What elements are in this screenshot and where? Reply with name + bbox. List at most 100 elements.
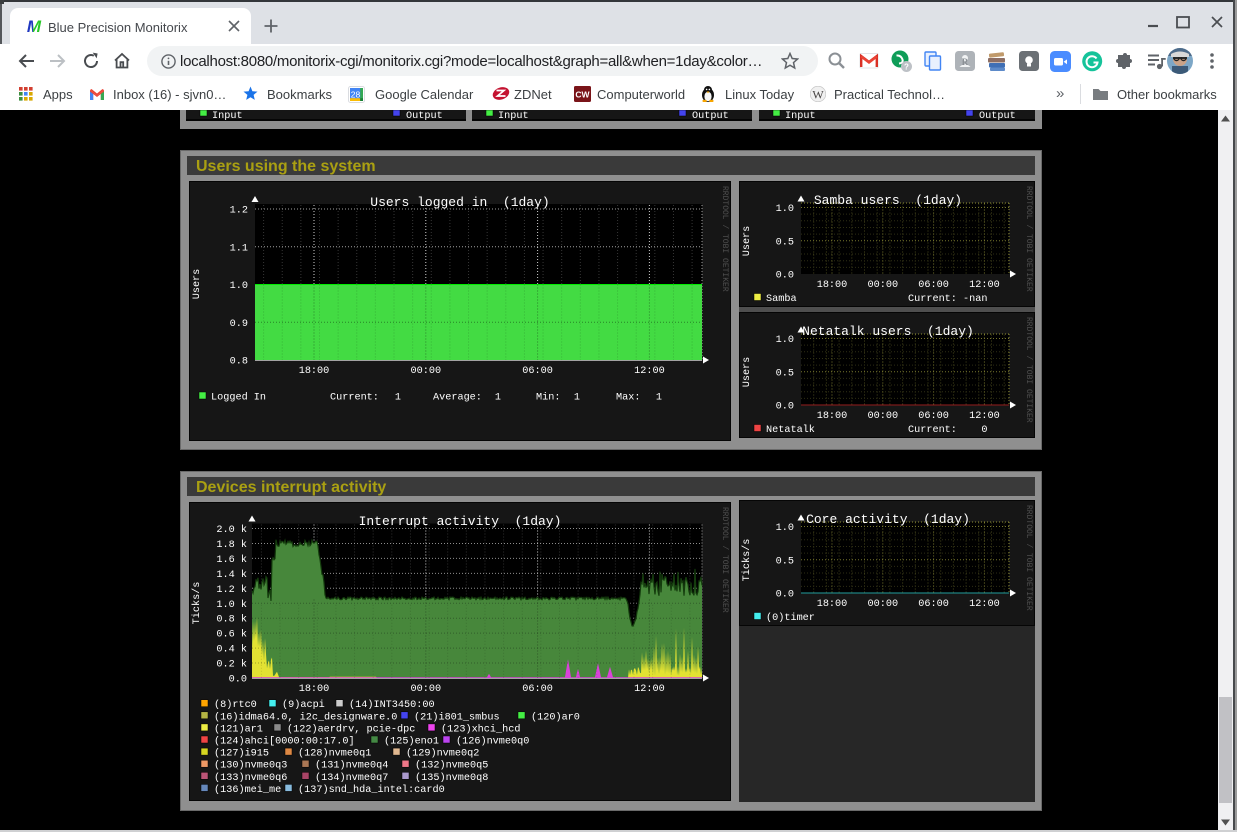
svg-text:1.0: 1.0 bbox=[776, 204, 794, 215]
svg-text:W: W bbox=[812, 88, 824, 102]
svg-text:(21)i801_smbus: (21)i801_smbus bbox=[414, 711, 500, 723]
svg-text:(136)mei_me: (136)mei_me bbox=[214, 784, 281, 796]
svg-text:18:00: 18:00 bbox=[299, 366, 330, 377]
svg-text:(121)ar1: (121)ar1 bbox=[214, 723, 263, 735]
svg-text:(127)i915: (127)i915 bbox=[214, 748, 269, 760]
svg-text:(126)nvme0q0: (126)nvme0q0 bbox=[456, 736, 529, 748]
svg-text:1.0: 1.0 bbox=[230, 281, 248, 292]
svg-text:0.4 k: 0.4 k bbox=[216, 644, 247, 656]
svg-text:12:00: 12:00 bbox=[969, 599, 1000, 610]
svg-text:00:00: 00:00 bbox=[411, 684, 442, 695]
svg-text:Users logged in (1day): Users logged in (1day) bbox=[370, 195, 549, 210]
svg-text:12:00: 12:00 bbox=[969, 280, 1000, 291]
svg-text:(8)rtc0: (8)rtc0 bbox=[214, 699, 257, 711]
svg-text:Input: Input bbox=[212, 111, 243, 121]
svg-text:Samba: Samba bbox=[766, 293, 797, 305]
svg-text:06:00: 06:00 bbox=[918, 411, 949, 422]
svg-text:(9)acpi: (9)acpi bbox=[282, 699, 325, 711]
svg-text:06:00: 06:00 bbox=[918, 599, 949, 610]
svg-text:Interrupt activity (1day): Interrupt activity (1day) bbox=[359, 514, 562, 529]
svg-text:RRDTOOL / TOBI OETIKER: RRDTOOL / TOBI OETIKER bbox=[1024, 186, 1033, 292]
svg-text:(128)nvme0q1: (128)nvme0q1 bbox=[298, 748, 371, 760]
svg-text:1.1: 1.1 bbox=[230, 243, 248, 254]
svg-text:1.0: 1.0 bbox=[776, 523, 794, 534]
svg-text:00:00: 00:00 bbox=[868, 599, 899, 610]
svg-text:1: 1 bbox=[495, 393, 501, 404]
svg-text:Ticks/s: Ticks/s bbox=[741, 539, 753, 582]
svg-text:0.5: 0.5 bbox=[776, 556, 794, 567]
svg-text:06:00: 06:00 bbox=[522, 684, 553, 695]
svg-text:Users: Users bbox=[192, 269, 203, 300]
svg-text:RRDTOOL / TOBI OETIKER: RRDTOOL / TOBI OETIKER bbox=[1024, 505, 1033, 611]
svg-text:Max:: Max: bbox=[616, 393, 640, 404]
svg-text:1: 1 bbox=[395, 393, 401, 404]
svg-text:1.4 k: 1.4 k bbox=[216, 569, 247, 581]
svg-text:1: 1 bbox=[574, 393, 580, 404]
svg-text:18:00: 18:00 bbox=[817, 280, 848, 291]
svg-text:(130)nvme0q3: (130)nvme0q3 bbox=[214, 760, 287, 772]
svg-text:Min:: Min: bbox=[536, 392, 560, 404]
svg-text:0.0: 0.0 bbox=[229, 675, 247, 686]
svg-text:1.8 k: 1.8 k bbox=[216, 539, 247, 551]
svg-text:2.0 k: 2.0 k bbox=[216, 524, 247, 536]
svg-text:(137)snd_hda_intel:card0: (137)snd_hda_intel:card0 bbox=[298, 784, 445, 796]
svg-text:12:00: 12:00 bbox=[634, 366, 665, 377]
svg-text:Input: Input bbox=[498, 111, 529, 121]
svg-text:(135)nvme0q8: (135)nvme0q8 bbox=[415, 772, 488, 784]
svg-text:Current:: Current: bbox=[330, 393, 379, 404]
svg-text:?: ? bbox=[904, 63, 909, 72]
svg-text:0.8 k: 0.8 k bbox=[216, 614, 247, 626]
svg-text:Current: -nan: Current: -nan bbox=[908, 294, 987, 305]
svg-text:(0)timer: (0)timer bbox=[766, 612, 815, 624]
svg-text:00:00: 00:00 bbox=[868, 411, 899, 422]
svg-text:Logged In: Logged In bbox=[211, 392, 266, 404]
svg-text:0.2 k: 0.2 k bbox=[216, 659, 247, 671]
svg-text:1.0: 1.0 bbox=[776, 335, 794, 346]
svg-text:00:00: 00:00 bbox=[868, 280, 899, 291]
svg-text:(133)nvme0q6: (133)nvme0q6 bbox=[214, 772, 287, 784]
svg-text:00:00: 00:00 bbox=[411, 366, 442, 377]
svg-text:0.5: 0.5 bbox=[776, 368, 794, 379]
svg-text:RRDTOOL / TOBI OETIKER: RRDTOOL / TOBI OETIKER bbox=[720, 507, 729, 613]
svg-text:06:00: 06:00 bbox=[918, 280, 949, 291]
svg-text:0.5: 0.5 bbox=[776, 237, 794, 248]
svg-text:Output: Output bbox=[979, 111, 1016, 121]
svg-text:M: M bbox=[27, 17, 42, 35]
svg-text:(120)ar0: (120)ar0 bbox=[531, 711, 580, 723]
svg-text:(125)eno1: (125)eno1 bbox=[384, 736, 439, 748]
svg-text:Current: 0: Current: 0 bbox=[908, 425, 987, 436]
svg-text:CW: CW bbox=[575, 90, 590, 100]
svg-text:(123)xhci_hcd: (123)xhci_hcd bbox=[441, 723, 520, 735]
svg-text:(131)nvme0q4: (131)nvme0q4 bbox=[315, 760, 388, 772]
svg-text:28: 28 bbox=[351, 90, 361, 100]
svg-text:06:00: 06:00 bbox=[522, 366, 553, 377]
svg-text:Core activity (1day): Core activity (1day) bbox=[806, 512, 970, 527]
svg-text:RRDTOOL / TOBI OETIKER: RRDTOOL / TOBI OETIKER bbox=[720, 186, 729, 292]
svg-text:0.0: 0.0 bbox=[776, 402, 794, 413]
svg-text:Users: Users bbox=[742, 226, 753, 257]
svg-text:Ticks/s: Ticks/s bbox=[191, 582, 203, 625]
svg-text:(16)idma64.0, i2c_designware.0: (16)idma64.0, i2c_designware.0 bbox=[214, 711, 397, 723]
svg-text:(14)INT3450:00: (14)INT3450:00 bbox=[349, 699, 435, 711]
svg-text:0.0: 0.0 bbox=[776, 590, 794, 601]
svg-text:R: R bbox=[962, 57, 969, 67]
svg-text:1.0 k: 1.0 k bbox=[216, 599, 247, 611]
svg-text:Netatalk: Netatalk bbox=[766, 424, 815, 436]
svg-text:18:00: 18:00 bbox=[299, 684, 330, 695]
svg-text:(122)aerdrv, pcie-dpc: (122)aerdrv, pcie-dpc bbox=[287, 723, 415, 735]
svg-text:1.2 k: 1.2 k bbox=[216, 584, 247, 596]
svg-text:12:00: 12:00 bbox=[969, 411, 1000, 422]
svg-text:0.8: 0.8 bbox=[230, 357, 248, 368]
svg-text:RRDTOOL / TOBI OETIKER: RRDTOOL / TOBI OETIKER bbox=[1024, 317, 1033, 423]
svg-text:Samba users (1day): Samba users (1day) bbox=[814, 193, 962, 208]
svg-text:Average:: Average: bbox=[433, 393, 482, 404]
svg-text:(129)nvme0q2: (129)nvme0q2 bbox=[406, 748, 479, 760]
svg-text:0.9: 0.9 bbox=[230, 319, 248, 330]
svg-text:1: 1 bbox=[656, 393, 662, 404]
svg-text:(124)ahci[0000:00:17.0]: (124)ahci[0000:00:17.0] bbox=[214, 736, 355, 748]
svg-text:12:00: 12:00 bbox=[634, 684, 665, 695]
svg-text:18:00: 18:00 bbox=[817, 411, 848, 422]
svg-text:(134)nvme0q7: (134)nvme0q7 bbox=[315, 772, 388, 784]
svg-text:Output: Output bbox=[692, 111, 729, 121]
svg-text:1.2: 1.2 bbox=[230, 206, 248, 217]
